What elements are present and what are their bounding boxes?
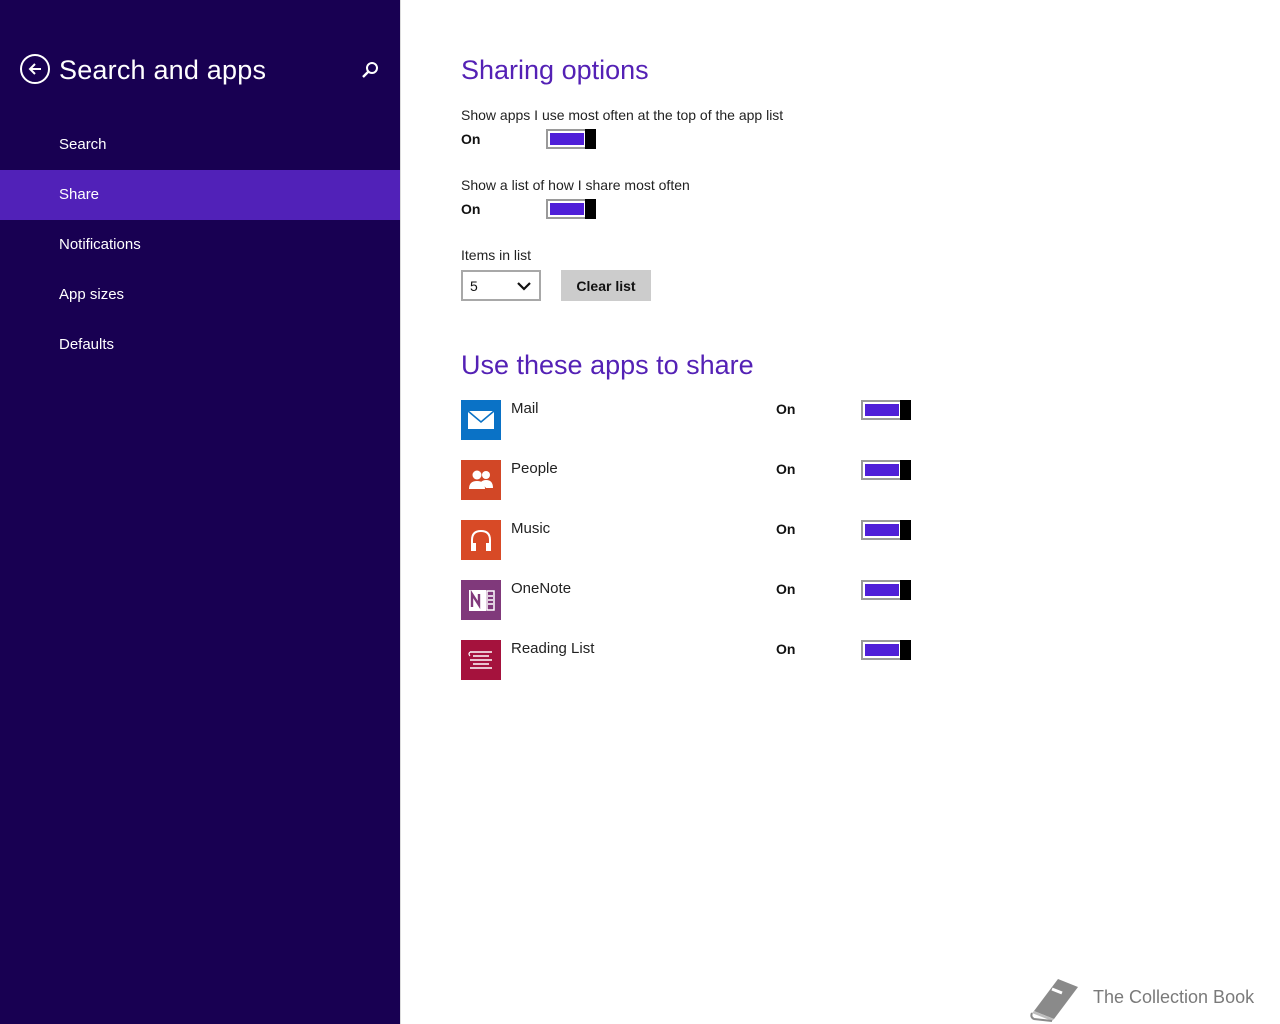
share-app-row-mail: Mail On — [461, 400, 921, 440]
clear-list-button[interactable]: Clear list — [561, 270, 651, 301]
sidebar-nav: Search Share Notifications App sizes Def… — [0, 120, 400, 370]
share-app-row-onenote: OneNote On — [461, 580, 921, 620]
share-list-label: Show a list of how I share most often — [461, 177, 690, 193]
share-app-row-reading-list: Reading List On — [461, 640, 921, 680]
sidebar-item-app-sizes[interactable]: App sizes — [0, 270, 400, 320]
music-toggle[interactable] — [861, 520, 911, 540]
onenote-toggle[interactable] — [861, 580, 911, 600]
back-arrow-icon — [28, 63, 41, 75]
app-state: On — [776, 461, 796, 477]
app-name: Mail — [511, 400, 539, 417]
app-state: On — [776, 581, 796, 597]
toggle-fill — [865, 464, 899, 476]
sharing-options-title: Sharing options — [461, 55, 649, 85]
reading-list-icon — [461, 640, 501, 680]
chevron-down-icon — [517, 282, 531, 291]
share-list-toggle[interactable] — [546, 199, 596, 219]
app-name: Reading List — [511, 640, 595, 657]
onenote-icon — [461, 580, 501, 620]
app-name: Music — [511, 520, 551, 537]
most-used-apps-label: Show apps I use most often at the top of… — [461, 107, 784, 123]
people-toggle[interactable] — [861, 460, 911, 480]
back-button[interactable] — [20, 54, 50, 84]
headphones-icon — [461, 520, 501, 560]
search-icon[interactable] — [360, 60, 380, 80]
toggle-fill — [865, 404, 899, 416]
most-used-apps-state: On — [461, 131, 481, 147]
main-content: Sharing options Show apps I use most oft… — [400, 0, 1280, 1024]
items-in-list-label: Items in list — [461, 247, 532, 263]
toggle-thumb — [900, 640, 911, 660]
app-state: On — [776, 401, 796, 417]
toggle-thumb — [900, 520, 911, 540]
toggle-thumb — [900, 400, 911, 420]
reading-list-toggle[interactable] — [861, 640, 911, 660]
sidebar-item-search[interactable]: Search — [0, 120, 400, 170]
mail-toggle[interactable] — [861, 400, 911, 420]
app-state: On — [776, 521, 796, 537]
toggle-fill — [550, 133, 584, 145]
most-used-apps-toggle[interactable] — [546, 129, 596, 149]
toggle-fill — [550, 203, 584, 215]
watermark-text: The Collection Book — [1093, 987, 1255, 1007]
toggle-thumb — [585, 199, 596, 219]
toggle-thumb — [900, 460, 911, 480]
items-in-list-select[interactable]: 5 — [461, 270, 541, 301]
book-icon — [1030, 979, 1078, 1022]
toggle-thumb — [900, 580, 911, 600]
share-app-row-people: People On — [461, 460, 921, 500]
toggle-fill — [865, 584, 899, 596]
sidebar-title: Search and apps — [59, 55, 267, 85]
settings-sidebar: Search and apps Search Share Notificatio… — [0, 0, 400, 1024]
app-state: On — [776, 641, 796, 657]
sidebar-item-defaults[interactable]: Defaults — [0, 320, 400, 370]
share-app-row-music: Music On — [461, 520, 921, 560]
app-name: OneNote — [511, 580, 572, 597]
app-name: People — [511, 460, 558, 477]
sidebar-item-notifications[interactable]: Notifications — [0, 220, 400, 270]
sidebar-item-share[interactable]: Share — [0, 170, 400, 220]
mail-icon — [461, 400, 501, 440]
share-list-state: On — [461, 201, 481, 217]
people-icon — [461, 460, 501, 500]
toggle-thumb — [585, 129, 596, 149]
watermark: The Collection Book — [1028, 975, 1278, 1023]
sidebar-header: Search and apps — [20, 52, 390, 88]
items-in-list-value: 5 — [470, 278, 478, 294]
toggle-fill — [865, 524, 899, 536]
toggle-fill — [865, 644, 899, 656]
share-apps-title: Use these apps to share — [461, 350, 754, 380]
